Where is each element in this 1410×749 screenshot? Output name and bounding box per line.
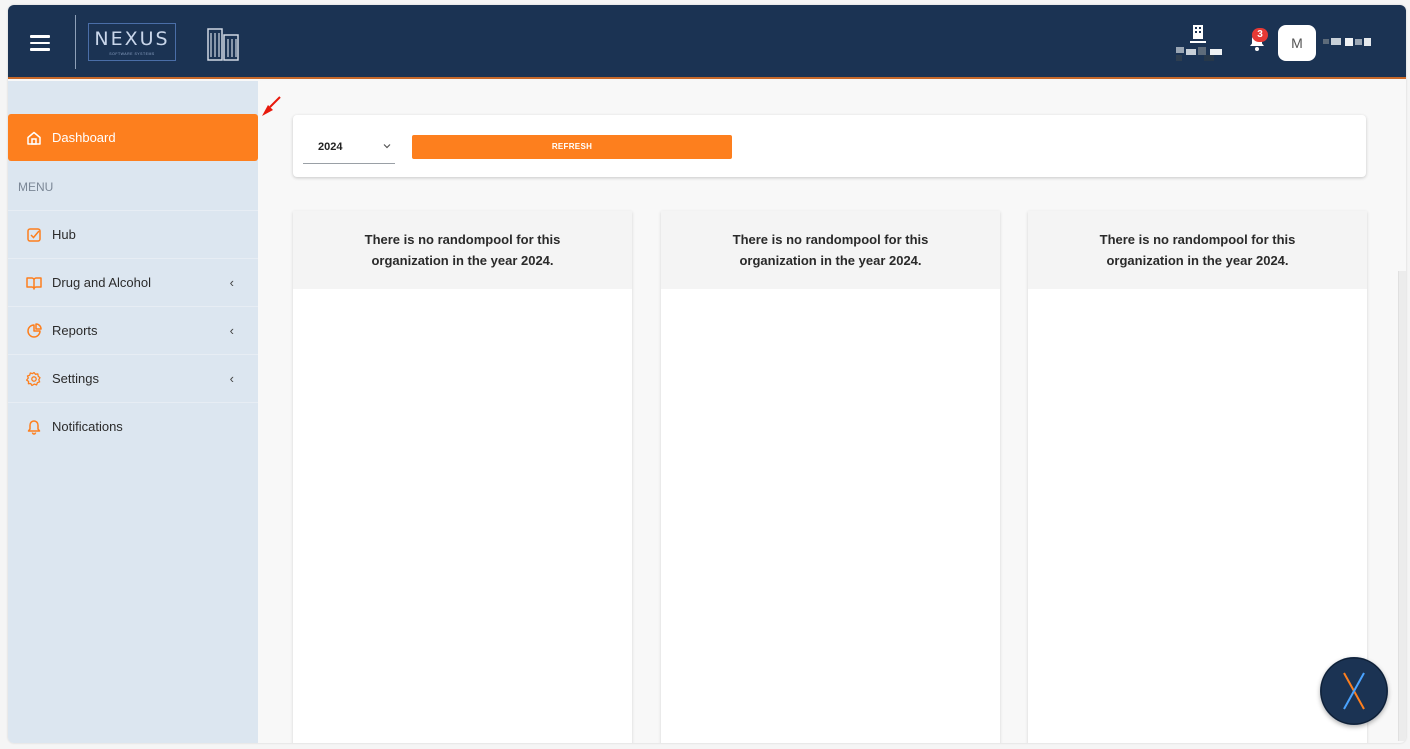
logo-text: NEXUS xyxy=(94,28,170,50)
sidebar-item-notifications[interactable]: Notifications xyxy=(8,402,258,450)
empty-state-message: There is no randompool for this organiza… xyxy=(1099,232,1296,268)
sidebar-item-label: Hub xyxy=(52,227,76,242)
sidebar-item-dashboard[interactable]: Dashboard xyxy=(8,114,258,161)
year-select-value: 2024 xyxy=(318,141,343,153)
menu-toggle-icon[interactable] xyxy=(30,35,50,51)
randompool-card-header: There is no randompool for this organiza… xyxy=(293,211,632,289)
refresh-button[interactable]: REFRESH xyxy=(412,135,732,159)
sidebar-item-hub[interactable]: Hub xyxy=(8,210,258,258)
home-icon xyxy=(27,131,41,145)
chevron-down-icon xyxy=(383,144,391,149)
randompool-card-header: There is no randompool for this organiza… xyxy=(1028,211,1367,289)
chevron-left-icon: ‹ xyxy=(229,371,234,386)
red-arrow-icon xyxy=(262,96,281,116)
randompool-card: There is no randompool for this organiza… xyxy=(661,211,1000,743)
chevron-left-icon: ‹ xyxy=(229,323,234,338)
menu-section-label: MENU xyxy=(18,180,54,194)
top-navbar: NEXUS SOFTWARE SYSTEMS 3 M xyxy=(8,5,1406,79)
assistant-fab-icon[interactable] xyxy=(1320,657,1388,725)
username-redacted[interactable] xyxy=(1323,36,1371,48)
sidebar-item-label: Dashboard xyxy=(52,130,116,145)
sidebar-item-label: Reports xyxy=(52,323,98,338)
chevron-left-icon: ‹ xyxy=(229,275,234,290)
building-icon xyxy=(207,28,239,61)
filter-card: 2024 REFRESH xyxy=(293,115,1366,177)
logo-subtext: SOFTWARE SYSTEMS xyxy=(109,52,155,56)
user-avatar[interactable]: M xyxy=(1278,25,1316,61)
empty-state-message: There is no randompool for this organiza… xyxy=(732,232,929,268)
gear-icon xyxy=(26,371,41,386)
sidebar: Dashboard MENU Hub Drug and Alcohol ‹ Re… xyxy=(8,81,258,743)
randompool-card: There is no randompool for this organiza… xyxy=(1028,211,1367,743)
nexus-logo[interactable]: NEXUS SOFTWARE SYSTEMS xyxy=(88,23,176,61)
bell-icon xyxy=(27,419,41,435)
empty-state-message: There is no randompool for this organiza… xyxy=(364,232,561,268)
checkbox-icon xyxy=(27,227,41,242)
year-select[interactable]: 2024 xyxy=(303,138,395,164)
notification-count-badge: 3 xyxy=(1252,28,1268,42)
randompool-card-header: There is no randompool for this organiza… xyxy=(661,211,1000,289)
sidebar-item-drug-and-alcohol[interactable]: Drug and Alcohol ‹ xyxy=(8,258,258,306)
app-window: NEXUS SOFTWARE SYSTEMS 3 M Dashboard MEN… xyxy=(8,5,1406,743)
sidebar-item-label: Notifications xyxy=(52,419,123,434)
organization-icon[interactable] xyxy=(1168,25,1228,61)
book-icon xyxy=(26,276,42,290)
pie-chart-icon xyxy=(27,322,42,338)
sidebar-item-reports[interactable]: Reports ‹ xyxy=(8,306,258,354)
logo-divider xyxy=(75,15,76,69)
sidebar-item-label: Settings xyxy=(52,371,99,386)
vertical-scrollbar[interactable] xyxy=(1398,271,1406,741)
randompool-card: There is no randompool for this organiza… xyxy=(293,211,632,743)
sidebar-item-settings[interactable]: Settings ‹ xyxy=(8,354,258,402)
sidebar-item-label: Drug and Alcohol xyxy=(52,275,152,290)
